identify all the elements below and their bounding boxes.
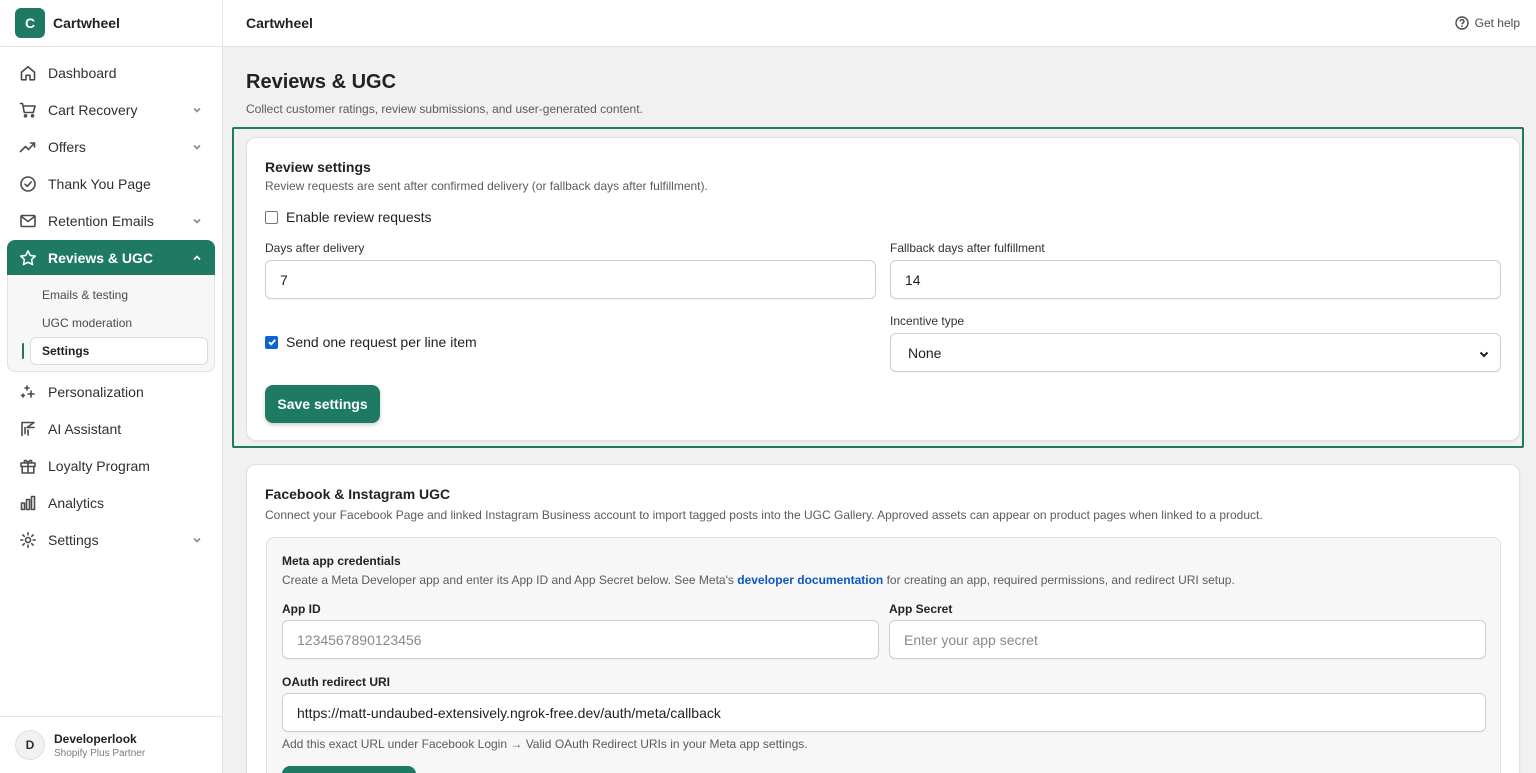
sidebar-item-dashboard[interactable]: Dashboard <box>7 55 215 90</box>
brand-name: Cartwheel <box>53 15 120 31</box>
send-per-line-item-checkbox[interactable]: Send one request per line item <box>265 334 477 350</box>
sidebar-item-label: Offers <box>48 138 86 155</box>
sidebar-item-label: Personalization <box>48 383 144 400</box>
sidebar-item-ai-assistant[interactable]: AI Assistant <box>7 411 215 446</box>
sidebar-item-reviews-ugc[interactable]: Reviews & UGC <box>7 240 215 275</box>
ugc-title: Facebook & Instagram UGC <box>265 486 451 502</box>
sidebar-item-label: Loyalty Program <box>48 457 150 474</box>
page-subtitle: Collect customer ratings, review submiss… <box>246 102 643 116</box>
meta-credentials-desc: Create a Meta Developer app and enter it… <box>282 573 1235 587</box>
save-settings-button[interactable]: Save settings <box>265 385 380 423</box>
sidebar-item-label: Reviews & UGC <box>48 249 154 266</box>
check-circle-icon <box>19 175 37 193</box>
user-profile[interactable]: D Developerlook Shopify Plus Partner <box>0 716 222 773</box>
facebook-instagram-ugc-card: Facebook & Instagram UGC Connect your Fa… <box>246 464 1520 773</box>
oauth-redirect-hint: Add this exact URL under Facebook Login … <box>282 737 808 751</box>
sidebar-item-offers[interactable]: Offers <box>7 129 215 164</box>
sidebar-item-label: Settings <box>48 531 99 548</box>
sidebar-item-label: Dashboard <box>48 64 117 81</box>
sidebar-item-retention-emails[interactable]: Retention Emails <box>7 203 215 238</box>
sidebar-item-label: Analytics <box>48 494 105 511</box>
get-help-link[interactable]: Get help <box>1454 16 1520 30</box>
brand-logo: C <box>15 8 45 38</box>
user-name: Developerlook <box>54 731 137 746</box>
chevron-down-icon <box>191 141 203 153</box>
gear-icon <box>19 531 37 549</box>
review-settings-subtitle: Review requests are sent after confirmed… <box>265 179 708 193</box>
days-after-delivery-input[interactable]: 7 <box>265 260 876 299</box>
sidebar-item-analytics[interactable]: Analytics <box>7 485 215 520</box>
sidebar-nav: Dashboard Cart Recovery Offers Thank You… <box>0 47 222 565</box>
days-after-delivery-label: Days after delivery <box>265 241 365 255</box>
home-icon <box>19 64 37 82</box>
app-id-input[interactable]: 1234567890123456 <box>282 620 879 659</box>
sidebar-item-settings[interactable]: Settings <box>7 522 215 557</box>
incentive-type-select[interactable]: None <box>890 333 1501 372</box>
enable-review-requests-label: Enable review requests <box>286 209 432 225</box>
sidebar-item-thank-you-page[interactable]: Thank You Page <box>7 166 215 201</box>
fallback-days-input[interactable]: 14 <box>890 260 1501 299</box>
incentive-type-label: Incentive type <box>890 314 965 328</box>
send-per-line-item-label: Send one request per line item <box>286 334 477 350</box>
oauth-redirect-label: OAuth redirect URI <box>282 675 391 689</box>
trend-icon <box>19 138 37 156</box>
sidebar-item-label: AI Assistant <box>48 420 122 437</box>
ai-icon <box>19 420 37 438</box>
topbar: Cartwheel Get help <box>223 0 1536 47</box>
get-help-label: Get help <box>1474 16 1520 30</box>
sidebar-item-label: Retention Emails <box>48 212 154 229</box>
mail-icon <box>19 212 37 230</box>
oauth-redirect-input[interactable]: https://matt-undaubed-extensively.ngrok-… <box>282 693 1486 732</box>
sidebar-item-label: Cart Recovery <box>48 101 138 118</box>
meta-credentials-title: Meta app credentials <box>282 554 401 568</box>
app-id-label: App ID <box>282 602 321 616</box>
meta-credentials-panel: Meta app credentials Create a Meta Devel… <box>266 537 1501 773</box>
avatar: D <box>15 730 45 760</box>
review-settings-card: Review settings Review requests are sent… <box>246 137 1520 441</box>
checkbox-box[interactable] <box>265 335 278 349</box>
subnav-item-settings[interactable]: Settings <box>22 337 208 365</box>
checkmark-icon <box>267 339 276 346</box>
topbar-title: Cartwheel <box>246 15 313 31</box>
ugc-subtitle: Connect your Facebook Page and linked In… <box>265 508 1263 522</box>
meta-desc-after: for creating an app, required permission… <box>883 573 1235 587</box>
enable-review-requests-checkbox[interactable]: Enable review requests <box>265 209 432 225</box>
review-settings-title: Review settings <box>265 159 371 175</box>
help-icon <box>1454 16 1469 30</box>
sparkle-icon <box>19 383 37 401</box>
reviews-subnav: Emails & testing UGC moderation Settings <box>7 275 215 372</box>
app-secret-input[interactable]: Enter your app secret <box>889 620 1486 659</box>
brand[interactable]: C Cartwheel <box>0 0 222 47</box>
chevron-down-icon <box>191 215 203 227</box>
chevron-up-icon <box>191 252 203 264</box>
app-secret-label: App Secret <box>889 602 953 616</box>
sidebar-item-loyalty-program[interactable]: Loyalty Program <box>7 448 215 483</box>
main-content: Reviews & UGC Collect customer ratings, … <box>223 47 1536 773</box>
page-title: Reviews & UGC <box>246 71 397 93</box>
chevron-down-icon <box>191 104 203 116</box>
subnav-item-emails-testing[interactable]: Emails & testing <box>14 281 208 309</box>
sidebar-item-cart-recovery[interactable]: Cart Recovery <box>7 92 215 127</box>
checkbox-box[interactable] <box>265 210 278 224</box>
save-credentials-button[interactable] <box>282 766 416 773</box>
bar-chart-icon <box>19 494 37 512</box>
chevron-down-icon <box>191 534 203 546</box>
sidebar: C Cartwheel Dashboard Cart Recovery Offe… <box>0 0 223 773</box>
subnav-item-ugc-moderation[interactable]: UGC moderation <box>14 309 208 337</box>
star-icon <box>19 249 37 267</box>
incentive-type-value: None <box>908 344 942 361</box>
meta-desc-before: Create a Meta Developer app and enter it… <box>282 573 738 587</box>
fallback-days-label: Fallback days after fulfillment <box>890 241 1045 255</box>
cart-icon <box>19 101 37 119</box>
user-role: Shopify Plus Partner <box>54 747 146 759</box>
sidebar-item-personalization[interactable]: Personalization <box>7 374 215 409</box>
developer-documentation-link[interactable]: developer documentation <box>737 573 883 587</box>
sidebar-item-label: Thank You Page <box>48 175 151 192</box>
gift-icon <box>19 457 37 475</box>
chevron-down-icon <box>1478 347 1490 359</box>
